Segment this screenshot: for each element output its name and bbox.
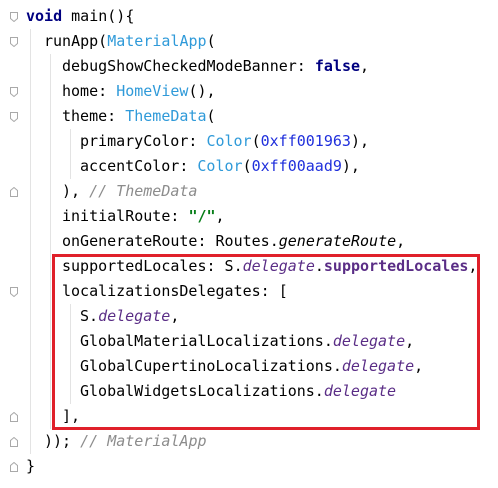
code-line[interactable]: theme: ThemeData( xyxy=(62,104,216,129)
code-token: ( xyxy=(242,157,252,175)
code-token: )); xyxy=(44,432,81,450)
code-token: MaterialApp xyxy=(107,32,207,50)
code-token: generateRoute xyxy=(278,232,397,250)
code-token: , xyxy=(215,207,225,225)
code-line[interactable]: debugShowCheckedModeBanner: false, xyxy=(62,54,369,79)
code-line[interactable]: primaryColor: Color(0xff001963), xyxy=(80,129,369,154)
fold-start-icon[interactable] xyxy=(10,87,18,97)
code-line[interactable]: accentColor: Color(0xff00aad9), xyxy=(80,154,360,179)
code-token: false xyxy=(314,57,361,75)
code-token: main(){ xyxy=(62,7,135,25)
code-token: (), xyxy=(188,82,216,100)
code-token: Color xyxy=(197,157,243,175)
fold-end-icon[interactable] xyxy=(10,462,18,472)
code-line[interactable]: runApp(MaterialApp( xyxy=(44,29,216,54)
code-line[interactable]: ), // ThemeData xyxy=(62,179,197,204)
code-editor[interactable]: void main(){runApp(MaterialApp(debugShow… xyxy=(0,0,498,488)
code-line[interactable]: )); // MaterialApp xyxy=(44,429,207,454)
fold-start-icon[interactable] xyxy=(10,12,18,22)
code-token: ( xyxy=(251,132,261,150)
code-token: // MaterialApp xyxy=(80,432,207,450)
code-token: HomeView xyxy=(116,82,189,100)
indent-guide xyxy=(30,29,31,454)
code-token: "/" xyxy=(188,207,216,225)
highlight-annotation-box xyxy=(52,254,480,430)
code-token: ( xyxy=(206,107,216,125)
code-token: accentColor: xyxy=(80,157,198,175)
code-line[interactable]: home: HomeView(), xyxy=(62,79,216,104)
fold-end-icon[interactable] xyxy=(10,187,18,197)
code-line[interactable]: void main(){ xyxy=(26,4,134,29)
code-token: Color xyxy=(206,132,252,150)
code-token: ThemeData xyxy=(125,107,207,125)
fold-start-icon[interactable] xyxy=(10,37,18,47)
code-line[interactable]: } xyxy=(26,454,35,479)
fold-end-icon[interactable] xyxy=(10,412,18,422)
code-token: // ThemeData xyxy=(89,182,198,200)
code-token: } xyxy=(26,457,36,475)
code-token: ), xyxy=(62,182,90,200)
code-token: debugShowCheckedModeBanner: xyxy=(62,57,315,75)
code-token: primaryColor: xyxy=(80,132,207,150)
code-token: ), xyxy=(341,157,360,175)
code-token: initialRoute: xyxy=(62,207,189,225)
code-token: 0xff00aad9 xyxy=(251,157,342,175)
code-token: 0xff001963 xyxy=(260,132,351,150)
code-token: void xyxy=(26,7,63,25)
code-token: , xyxy=(360,57,370,75)
code-token: runApp( xyxy=(44,32,108,50)
code-line[interactable]: onGenerateRoute: Routes.generateRoute, xyxy=(62,229,405,254)
code-token: ), xyxy=(350,132,369,150)
code-token: theme: xyxy=(62,107,126,125)
code-token: onGenerateRoute: Routes. xyxy=(62,232,279,250)
editor-gutter xyxy=(0,0,22,488)
code-token: home: xyxy=(62,82,117,100)
fold-start-icon[interactable] xyxy=(10,112,18,122)
indent-guide xyxy=(70,129,71,179)
fold-end-icon[interactable] xyxy=(10,437,18,447)
code-line[interactable]: initialRoute: "/", xyxy=(62,204,225,229)
code-token: , xyxy=(396,232,406,250)
code-token: ( xyxy=(206,32,216,50)
indent-guide xyxy=(50,54,51,429)
fold-start-icon[interactable] xyxy=(10,287,18,297)
